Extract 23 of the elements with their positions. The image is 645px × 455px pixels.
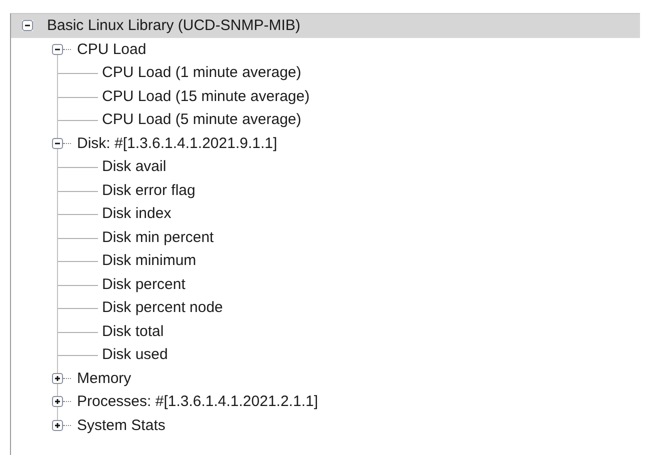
tree-item[interactable]: Disk avail bbox=[100, 157, 168, 176]
tree-item[interactable]: Disk minimum bbox=[100, 251, 198, 270]
tree-item[interactable]: Disk used bbox=[100, 345, 170, 364]
expand-icon[interactable] bbox=[52, 420, 63, 431]
tree-item[interactable]: CPU Load bbox=[75, 40, 148, 59]
tree-item[interactable]: System Stats bbox=[75, 416, 168, 435]
tree-item[interactable]: CPU Load (15 minute average) bbox=[100, 86, 312, 106]
tree-item[interactable]: Disk percent bbox=[100, 274, 188, 294]
tree-item[interactable]: Disk total bbox=[100, 322, 166, 341]
expand-icon[interactable] bbox=[52, 372, 63, 384]
collapse-icon[interactable] bbox=[52, 44, 63, 55]
tree-item[interactable]: Disk index bbox=[100, 204, 174, 224]
tree-item[interactable]: CPU Load (1 minute average) bbox=[100, 63, 304, 82]
tree-item[interactable]: Memory bbox=[75, 368, 134, 388]
collapse-icon[interactable] bbox=[52, 138, 63, 149]
tree-item[interactable]: CPU Load (5 minute average) bbox=[100, 110, 304, 130]
tree-item[interactable]: Disk min percent bbox=[100, 228, 216, 247]
tree-item[interactable]: Processes: #[1.3.6.1.4.1.2021.2.1.1] bbox=[75, 392, 320, 412]
tree-item[interactable]: Disk error flag bbox=[100, 180, 198, 200]
collapse-icon[interactable] bbox=[22, 20, 33, 32]
expand-icon[interactable] bbox=[52, 396, 63, 408]
tree-item[interactable]: Disk: #[1.3.6.1.4.1.2021.9.1.1] bbox=[75, 134, 280, 153]
tree-item[interactable]: Disk percent node bbox=[100, 298, 225, 318]
